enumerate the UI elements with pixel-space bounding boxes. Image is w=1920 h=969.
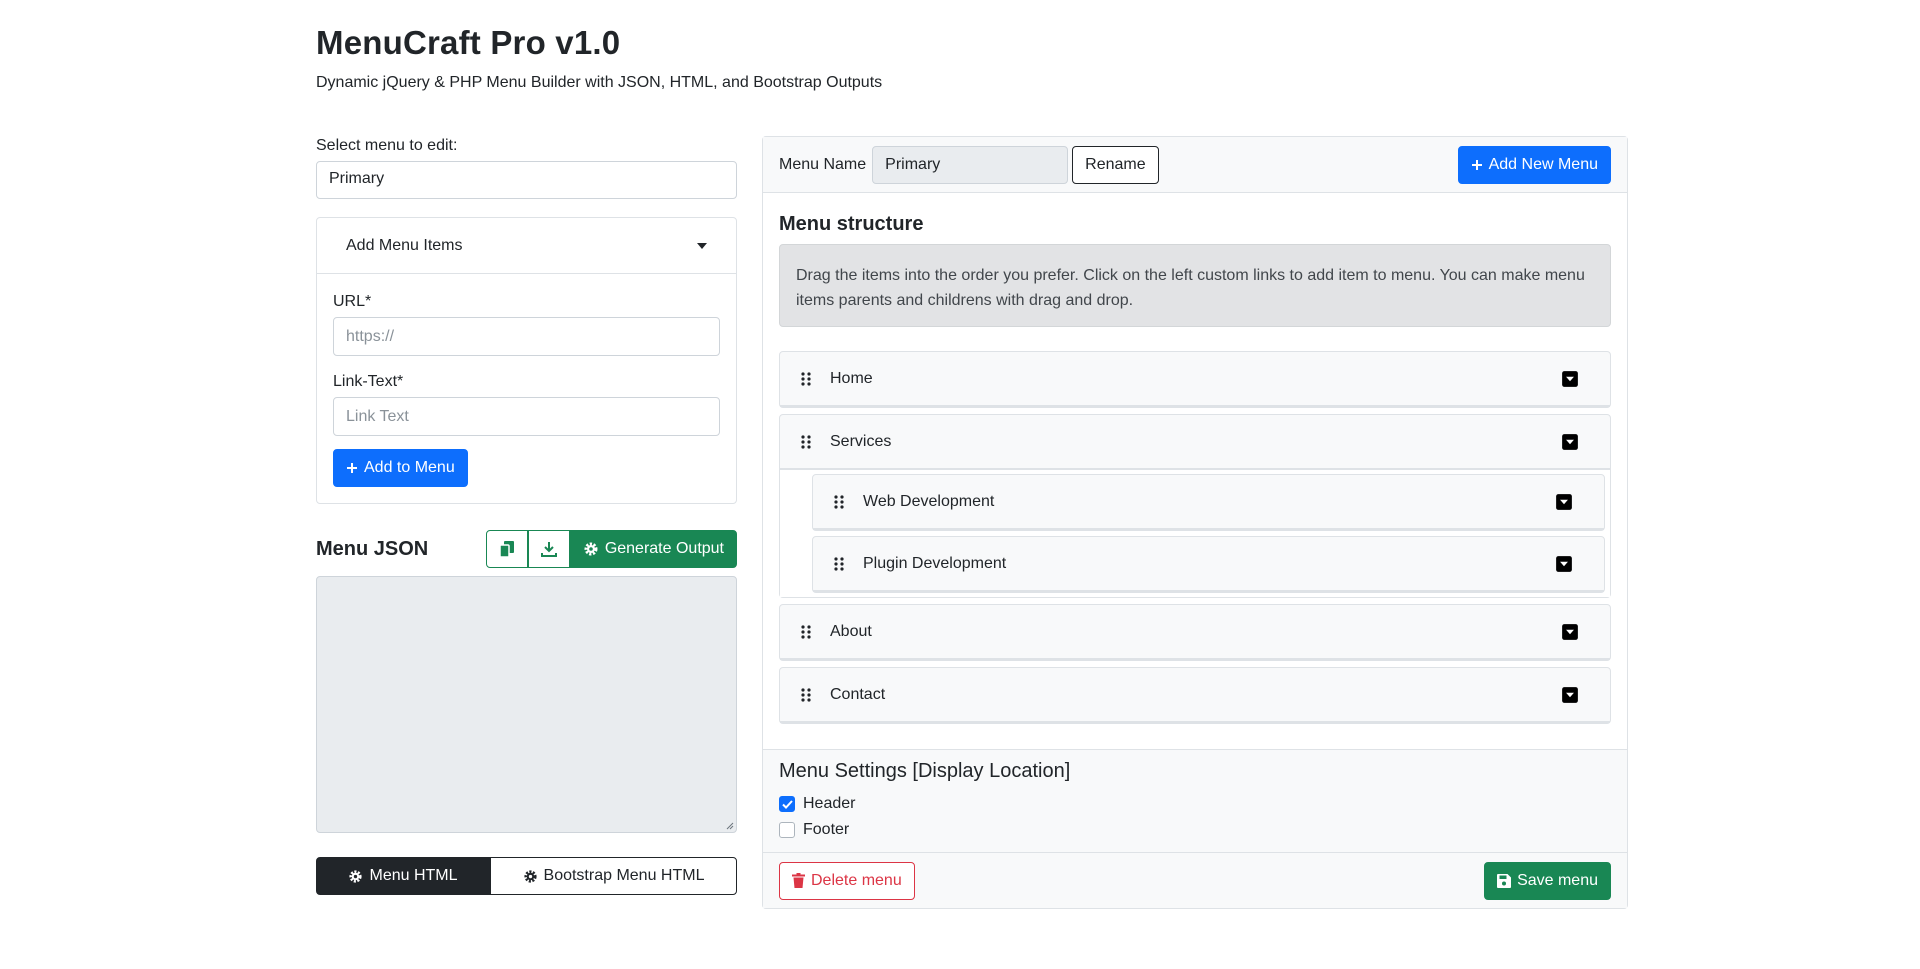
generate-output-label: Generate Output (604, 540, 724, 557)
add-new-menu-button[interactable]: Add New Menu (1457, 145, 1611, 184)
left-column: Select menu to edit: Primary Add Menu It… (316, 137, 737, 895)
menu-item-list: Home Services Web Development Plugin Dev… (779, 351, 1611, 724)
tab-menu-html[interactable]: Menu HTML (316, 857, 490, 895)
instructions-alert: Drag the items into the order you prefer… (779, 244, 1611, 327)
menu-name-label: Menu Name (779, 155, 867, 173)
plus-icon (347, 463, 357, 473)
menu-json-title: Menu JSON (316, 537, 429, 560)
copy-icon (499, 541, 514, 557)
caret-down-square-icon[interactable] (1561, 623, 1579, 641)
grip-icon[interactable] (829, 494, 849, 509)
caret-down-square-icon[interactable] (1561, 370, 1579, 388)
menu-name-input[interactable] (872, 145, 1069, 184)
accordion-title: Add Menu Items (346, 236, 463, 254)
save-menu-label: Save menu (1517, 871, 1598, 889)
plus-icon (1471, 159, 1482, 170)
gear-icon (349, 869, 363, 883)
menu-select[interactable]: Primary (316, 161, 737, 199)
menu-structure-title: Menu structure (779, 213, 924, 235)
add-menu-items-accordion: Add Menu Items URL* Link-Text* Add to Me… (316, 217, 737, 504)
delete-menu-label: Delete menu (811, 871, 902, 889)
generate-output-button[interactable]: Generate Output (569, 530, 737, 568)
grip-icon[interactable] (796, 371, 816, 386)
menu-item-contact[interactable]: Contact (779, 667, 1611, 724)
caret-down-icon (697, 242, 707, 249)
link-text-label: Link-Text* (333, 373, 404, 390)
menu-item-label: About (830, 622, 872, 640)
grip-icon[interactable] (796, 434, 816, 449)
tab-bootstrap-menu-html[interactable]: Bootstrap Menu HTML (490, 857, 737, 895)
accordion-header[interactable]: Add Menu Items (317, 218, 736, 274)
tab-menu-html-label: Menu HTML (369, 867, 458, 884)
footer-checkbox[interactable] (779, 822, 795, 838)
rename-button[interactable]: Rename (1072, 145, 1159, 184)
copy-json-button[interactable] (485, 530, 528, 568)
add-to-menu-button[interactable]: Add to Menu (333, 449, 468, 487)
add-new-menu-label: Add New Menu (1488, 155, 1598, 173)
menu-item-services[interactable]: Services Web Development Plugin Developm… (779, 414, 1611, 598)
resize-grip-icon[interactable] (724, 820, 734, 830)
caret-down-square-icon[interactable] (1561, 686, 1579, 704)
grip-icon[interactable] (829, 556, 849, 571)
menu-json-textarea[interactable] (316, 576, 737, 833)
location-header-option[interactable]: Header (779, 791, 1611, 817)
accordion-body: URL* Link-Text* Add to Menu (317, 274, 736, 503)
page-subtitle: Dynamic jQuery & PHP Menu Builder with J… (316, 74, 883, 91)
menu-settings-title: Menu Settings [Display Location] (779, 760, 1071, 782)
gear-icon (584, 542, 598, 556)
check-icon (781, 799, 793, 809)
menu-item-plugin-development[interactable]: Plugin Development (812, 536, 1605, 593)
grip-icon[interactable] (796, 624, 816, 639)
url-input[interactable] (333, 317, 720, 356)
menu-structure-section: Menu structure Drag the items into the o… (763, 193, 1627, 724)
menu-item-home[interactable]: Home (779, 351, 1611, 408)
select-menu-label: Select menu to edit: (316, 137, 458, 154)
download-icon (540, 542, 557, 557)
save-menu-button[interactable]: Save menu (1484, 861, 1611, 900)
menu-item-label: Services (830, 432, 892, 450)
menu-editor-card: Menu Name Rename Add New Menu Menu struc… (762, 136, 1628, 909)
add-to-menu-label: Add to Menu (364, 459, 455, 476)
output-tabs: Menu HTML Bootstrap Menu HTML (316, 857, 737, 895)
grip-icon[interactable] (796, 687, 816, 702)
delete-menu-button[interactable]: Delete menu (779, 861, 915, 900)
caret-down-square-icon[interactable] (1555, 555, 1573, 573)
gear-icon (523, 869, 537, 883)
location-footer-option[interactable]: Footer (779, 817, 1611, 843)
menu-item-label: Web Development (863, 492, 995, 510)
caret-down-square-icon[interactable] (1555, 493, 1573, 511)
header-checkbox-label: Header (803, 795, 856, 812)
url-label: URL* (333, 293, 372, 310)
menu-settings-section: Menu Settings [Display Location] Header … (763, 749, 1627, 852)
save-icon (1497, 873, 1512, 888)
tab-bootstrap-menu-html-label: Bootstrap Menu HTML (543, 867, 705, 884)
trash-icon (792, 873, 805, 888)
footer-checkbox-label: Footer (803, 821, 850, 838)
menu-item-label: Plugin Development (863, 554, 1007, 572)
link-text-input[interactable] (333, 397, 720, 436)
json-button-group: Generate Output (485, 530, 737, 568)
caret-down-square-icon[interactable] (1561, 433, 1579, 451)
header-checkbox[interactable] (779, 796, 795, 812)
download-json-button[interactable] (527, 530, 570, 568)
menu-item-about[interactable]: About (779, 604, 1611, 661)
menu-item-label: Home (830, 369, 873, 387)
menu-item-label: Contact (830, 685, 886, 703)
menu-item-web-development[interactable]: Web Development (812, 474, 1605, 531)
menu-actions-bar: Delete menu Save menu (763, 852, 1627, 908)
page-title: MenuCraft Pro v1.0 (316, 24, 621, 61)
json-header: Menu JSON Generate Output (316, 530, 737, 568)
submenu-list: Web Development Plugin Development (780, 470, 1610, 597)
menu-name-bar: Menu Name Rename Add New Menu (763, 137, 1627, 193)
